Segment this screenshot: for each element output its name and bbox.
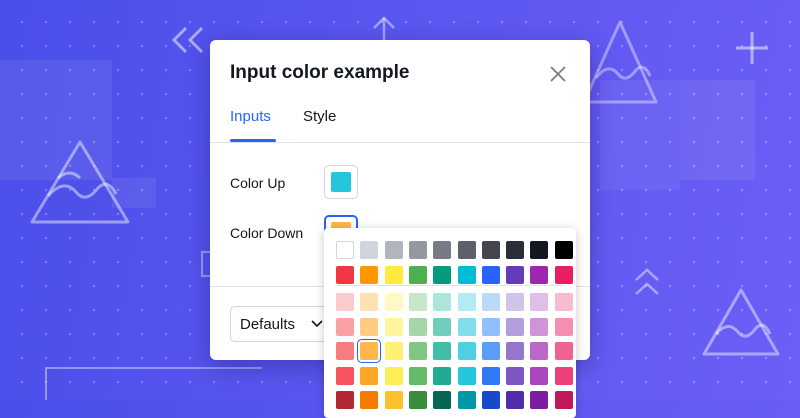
palette-color-swatch[interactable] (336, 265, 354, 284)
palette-color-swatch[interactable] (408, 241, 427, 259)
background-frame (45, 367, 262, 400)
palette-color-swatch[interactable] (408, 293, 427, 311)
palette-color-swatch[interactable] (530, 241, 549, 259)
palette-color-swatch[interactable] (481, 342, 500, 360)
color-up-label: Color Up (230, 175, 286, 191)
palette-color-swatch[interactable] (481, 241, 500, 259)
palette-color-swatch[interactable] (360, 391, 379, 409)
mountain-logo-icon (30, 140, 130, 224)
palette-color-swatch[interactable] (457, 265, 476, 284)
palette-color-swatch[interactable] (384, 317, 403, 336)
palette-color-swatch[interactable] (360, 317, 379, 336)
palette-color-swatch[interactable] (481, 265, 500, 284)
palette-color-swatch[interactable] (433, 391, 452, 409)
tabs-divider (210, 142, 590, 143)
plus-icon (736, 32, 768, 64)
palette-color-swatch[interactable] (554, 293, 573, 311)
palette-color-swatch[interactable] (336, 293, 354, 311)
palette-color-swatch[interactable] (554, 391, 573, 409)
background-panel (680, 80, 755, 180)
palette-divider (336, 285, 564, 286)
tab-style[interactable]: Style (303, 108, 336, 125)
palette-color-swatch[interactable] (360, 366, 379, 385)
palette-color-swatch[interactable] (433, 317, 452, 336)
palette-color-swatch[interactable] (554, 265, 573, 284)
palette-color-swatch[interactable] (457, 342, 476, 360)
palette-color-swatch[interactable] (457, 293, 476, 311)
palette-color-swatch[interactable] (506, 391, 525, 409)
palette-color-swatch[interactable] (408, 317, 427, 336)
mountain-logo-icon (702, 288, 780, 356)
palette-color-swatch[interactable] (554, 342, 573, 360)
palette-color-swatch[interactable] (506, 317, 525, 336)
palette-color-swatch[interactable] (433, 241, 452, 259)
palette-color-swatch[interactable] (530, 265, 549, 284)
close-icon[interactable] (548, 64, 568, 84)
tab-inputs[interactable]: Inputs (230, 108, 271, 125)
color-palette-popup (324, 228, 576, 418)
palette-color-swatch[interactable] (457, 391, 476, 409)
palette-color-swatch[interactable] (433, 366, 452, 385)
palette-color-swatch[interactable] (384, 241, 403, 259)
palette-color-swatch[interactable] (506, 241, 525, 259)
palette-color-swatch[interactable] (481, 317, 500, 336)
double-chevron-left-icon (171, 26, 204, 54)
palette-color-swatch[interactable] (457, 241, 476, 259)
palette-color-swatch[interactable] (384, 293, 403, 311)
palette-color-swatch[interactable] (336, 391, 354, 409)
mountain-logo-icon (582, 20, 658, 104)
palette-color-swatch[interactable] (336, 342, 354, 360)
palette-color-swatch[interactable] (530, 366, 549, 385)
palette-color-swatch[interactable] (384, 391, 403, 409)
palette-color-swatch[interactable] (360, 241, 379, 259)
palette-color-swatch[interactable] (336, 241, 354, 259)
palette-color-swatch[interactable] (457, 366, 476, 385)
palette-color-swatch[interactable] (336, 366, 354, 385)
color-down-label: Color Down (230, 225, 304, 241)
palette-color-swatch[interactable] (433, 265, 452, 284)
color-up-swatch (331, 172, 351, 192)
palette-color-swatch[interactable] (433, 293, 452, 311)
palette-color-swatch[interactable] (408, 391, 427, 409)
palette-color-swatch[interactable] (530, 293, 549, 311)
palette-color-swatch[interactable] (408, 366, 427, 385)
palette-color-swatch[interactable] (530, 391, 549, 409)
palette-color-swatch[interactable] (360, 293, 379, 311)
palette-color-swatch[interactable] (360, 342, 379, 360)
chevron-down-icon (311, 320, 323, 328)
dialog-title: Input color example (230, 62, 410, 83)
palette-color-swatch[interactable] (554, 366, 573, 385)
double-chevron-up-icon (635, 268, 659, 295)
dialog-tabs: Inputs Style (230, 108, 590, 142)
palette-color-swatch[interactable] (506, 265, 525, 284)
palette-color-swatch[interactable] (530, 317, 549, 336)
palette-color-swatch[interactable] (408, 342, 427, 360)
palette-color-swatch[interactable] (433, 342, 452, 360)
palette-color-swatch[interactable] (457, 317, 476, 336)
palette-color-swatch[interactable] (481, 293, 500, 311)
palette-color-swatch[interactable] (506, 342, 525, 360)
palette-color-swatch[interactable] (408, 265, 427, 284)
color-up-swatch-button[interactable] (324, 165, 358, 199)
palette-color-swatch[interactable] (506, 366, 525, 385)
palette-color-swatch[interactable] (384, 265, 403, 284)
palette-color-swatch[interactable] (336, 317, 354, 336)
palette-color-swatch[interactable] (481, 391, 500, 409)
palette-color-swatch[interactable] (384, 366, 403, 385)
palette-color-swatch[interactable] (384, 342, 403, 360)
defaults-label: Defaults (240, 316, 296, 333)
palette-color-swatch[interactable] (530, 342, 549, 360)
palette-color-swatch[interactable] (506, 293, 525, 311)
palette-color-swatch[interactable] (360, 265, 379, 284)
palette-color-swatch[interactable] (481, 366, 500, 385)
palette-color-swatch[interactable] (554, 241, 573, 259)
palette-color-swatch[interactable] (554, 317, 573, 336)
